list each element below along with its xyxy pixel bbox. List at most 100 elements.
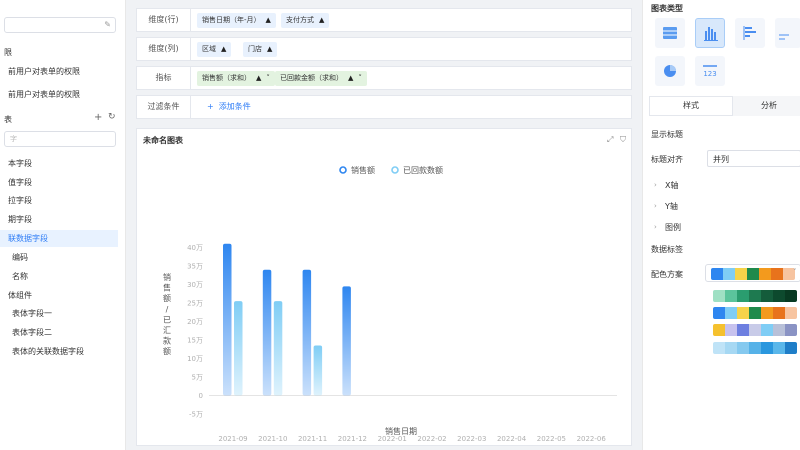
field-item[interactable]: 表体字段一 [12,308,52,319]
filter-bar[interactable]: 过滤条件 + 添加条件 [136,95,632,119]
legend-marker [391,166,399,174]
metric-bar[interactable]: 指标 销售额（求和） ▲ ˅ 已回款金额（求和） ▲ ˅ [136,66,632,90]
bar-chart: -5万 0 5万 10万 15万 20万 25万 30万 35万 40万 2021-09 2021-1… [163,165,617,443]
indicator-card-icon: 123 [703,65,717,78]
color-palette-option[interactable] [713,307,797,319]
dropdown-caret-icon[interactable]: ˅ [266,74,270,82]
dropdown-caret-icon[interactable]: ˅ [358,74,362,82]
field-item[interactable]: 拉字段 [8,195,32,206]
chart-type-bar[interactable] [735,18,765,48]
color-swatch [749,324,761,336]
bar-销售额 [262,269,272,396]
y-axis-label-char: / [166,305,169,314]
chip-sales[interactable]: 销售额（求和） ▲ ˅ [197,71,275,86]
chip-store[interactable]: 门店 ▲ [243,42,278,57]
bar-已回款数额 [273,301,283,396]
legend-label: 销售额 [351,165,375,175]
chart-type-column[interactable] [695,18,725,48]
color-swatch [749,290,761,302]
color-swatch [735,268,747,280]
bar-销售额 [342,286,351,396]
chip-label: 销售日期（年-月） [202,16,261,24]
table-chart-icon [663,27,677,39]
tab-style[interactable]: 样式 [649,96,733,116]
title-align-select[interactable]: 并列 [707,150,800,167]
chart-type-title: 图表类型 [651,4,683,13]
field-item[interactable]: 名称 [12,271,28,282]
add-icon[interactable]: + [94,112,102,123]
color-palette-option[interactable] [711,268,795,280]
tab-analysis[interactable]: 分析 [761,96,777,116]
field-search-input[interactable]: 字 [4,131,116,147]
color-swatch [761,324,773,336]
sort-up-icon[interactable]: ▲ [319,16,324,24]
row-dimension-bar[interactable]: 维度(行) 销售日期（年-月） ▲ 支付方式 ▲ [136,8,632,32]
color-swatch [737,342,749,354]
bar-chart-icon [743,26,756,40]
y-axis-label-char: 销 [163,272,171,282]
field-item[interactable]: 编码 [12,252,28,263]
chip-sale-date[interactable]: 销售日期（年-月） ▲ [197,13,276,28]
y-axis-label-char: 款 [163,336,171,346]
field-item[interactable]: 期字段 [8,214,32,225]
chevron-down-icon[interactable]: ˅ [793,268,797,276]
refresh-icon[interactable]: ↻ [108,112,116,122]
field-item[interactable]: 值字段 [8,177,32,188]
field-item[interactable]: 联数据字段 [8,233,48,244]
chip-label: 支付方式 [286,16,314,24]
chevron-right-icon[interactable]: › [654,223,657,231]
permission-item-2[interactable]: 前用户对表单的权限 [8,89,80,100]
form-search-input[interactable]: ✎ [4,17,116,33]
properties-panel: 图表类型 123 样式 分析 显示标题 标题对齐 并列 › X轴 › Y轴 › … [642,0,800,450]
permission-item-1[interactable]: 前用户对表单的权限 [8,66,80,77]
field-item[interactable]: 体组件 [8,290,32,301]
color-swatch [785,324,797,336]
color-swatch [725,324,737,336]
property-tabs: 样式 分析 [649,96,800,116]
field-item[interactable]: 本字段 [8,158,32,169]
y-axis-label-char: 售 [163,283,171,293]
bar-销售额 [223,243,232,396]
color-scheme-label: 配色方案 [651,270,683,279]
color-swatch [761,290,773,302]
chip-payment[interactable]: 支付方式 ▲ [281,13,330,28]
chart-type-line[interactable] [775,18,800,48]
x-tick-label: 2022-01 [378,435,407,443]
color-swatch [725,342,737,354]
sort-up-icon[interactable]: ▲ [348,74,353,82]
col-dimension-bar[interactable]: 维度(列) 区域 ▲ 门店 ▲ [136,37,632,61]
chip-region[interactable]: 区域 ▲ [197,42,232,57]
x-axis-section[interactable]: X轴 [665,180,678,191]
chip-label: 已回款金额（求和） [280,74,343,82]
color-palette-option[interactable] [713,342,797,354]
y-tick-label: 40万 [187,244,203,252]
chart-type-indicator[interactable]: 123 [695,56,725,86]
pie-chart-icon [664,65,676,77]
color-swatch [785,342,797,354]
legend-section[interactable]: 图例 [665,222,681,233]
y-tick-label: 0 [199,392,203,400]
sort-up-icon[interactable]: ▲ [221,45,226,53]
chart-type-pie[interactable] [655,56,685,86]
sort-up-icon[interactable]: ▲ [266,16,271,24]
chip-received[interactable]: 已回款金额（求和） ▲ ˅ [275,71,367,86]
sort-up-icon[interactable]: ▲ [256,74,261,82]
sort-up-icon[interactable]: ▲ [267,45,272,53]
chevron-right-icon[interactable]: › [654,202,657,210]
chevron-right-icon[interactable]: › [654,181,657,189]
color-swatch [761,342,773,354]
x-tick-label: 2022-03 [457,435,486,443]
field-item[interactable]: 表体字段二 [12,327,52,338]
field-item[interactable]: 表体的关联数据字段 [12,346,84,357]
y-tick-label: 10万 [187,355,203,363]
color-swatch [773,324,785,336]
add-condition-button[interactable]: + 添加条件 [207,101,251,112]
color-swatch [773,342,785,354]
chip-label: 门店 [248,45,262,53]
color-palette-option[interactable] [713,324,797,336]
y-axis-label-char: 已 [163,315,171,324]
color-palette-option[interactable] [713,290,797,302]
chart-type-table[interactable] [655,18,685,48]
column-chart-icon [704,27,718,41]
y-axis-section[interactable]: Y轴 [665,201,678,212]
